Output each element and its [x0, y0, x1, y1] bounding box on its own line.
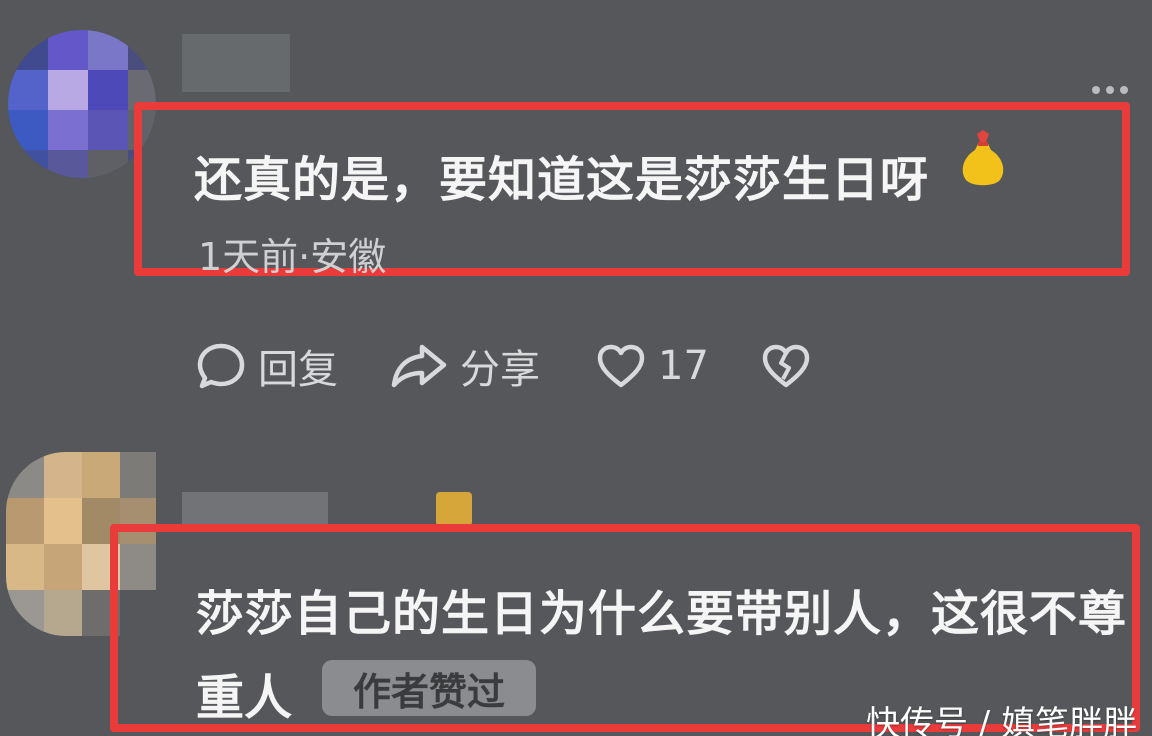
reply-bubble-icon [196, 341, 246, 391]
broken-heart-icon [761, 343, 811, 389]
comment-text-line1: 莎莎自己的生日为什么要带别人，这很不尊 [196, 586, 1128, 642]
share-button[interactable]: 分享 [390, 337, 540, 395]
like-button[interactable]: 17 [596, 343, 709, 389]
watermark: 快传号 / 嫃笔胖胖 [866, 704, 1138, 736]
comment-meta: 1天前·安徽 [198, 235, 387, 279]
username-blurred[interactable] [182, 34, 290, 92]
comment-text: 还真的是，要知道这是莎莎生日呀 [194, 152, 930, 208]
share-arrow-icon [390, 341, 448, 391]
money-bag-emoji [960, 128, 1006, 188]
comment-actions: 回复 分享 17 [196, 338, 811, 394]
share-label: 分享 [460, 347, 540, 393]
reply-label: 回复 [258, 347, 338, 393]
comment-text-line2: 重人 [196, 670, 293, 726]
user-badge [436, 492, 472, 526]
author-liked-badge: 作者赞过 [322, 660, 536, 716]
dislike-button[interactable] [761, 343, 811, 389]
like-count: 17 [658, 343, 709, 389]
reply-button[interactable]: 回复 [196, 337, 338, 395]
heart-icon [596, 343, 646, 389]
more-dots-icon[interactable] [1092, 84, 1136, 96]
